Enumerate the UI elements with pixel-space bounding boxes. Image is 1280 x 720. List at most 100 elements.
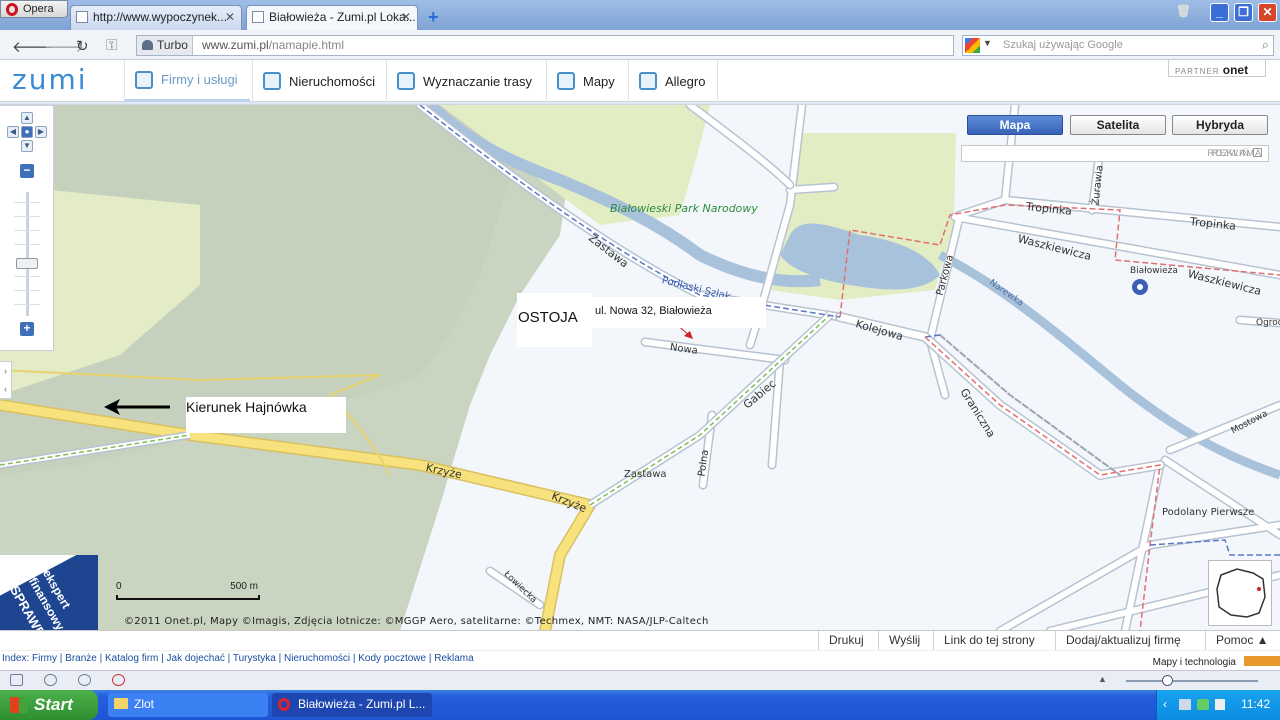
start-button[interactable]: Start [0,690,98,720]
new-tab-icon[interactable]: + [428,7,439,28]
pan-down-icon[interactable]: ▼ [21,140,33,152]
volume-icon[interactable] [1215,699,1225,710]
ad-expand[interactable]: ROZWIŃ [1208,146,1262,161]
send-button[interactable]: Wyślij [878,631,930,651]
taskbar-item-opera[interactable]: Białowieża - Zumi.pl L... [272,693,432,717]
label-zastawa-area: Zastawa [624,469,667,480]
panel-toggle-icon[interactable] [10,674,23,686]
tab-wypoczynek[interactable]: http://www.wypoczynek... ✕ [70,5,242,30]
opera-icon [278,698,290,711]
zoom-tick [14,216,40,217]
opera-menu-button[interactable]: Opera [0,0,68,18]
chevron-down-icon[interactable]: ▼ [983,38,992,48]
index-links[interactable]: Index: Firmy | Branże | Katalog firm | J… [2,653,474,664]
system-tray: ‹ 11:42 [1156,690,1280,720]
expand-icon [1253,148,1262,157]
google-icon[interactable] [965,38,980,53]
share-icon[interactable] [78,674,91,686]
zoom-control-panel: ▲ ◀ ● ▶ ▼ − + [0,105,54,351]
cloud-icon[interactable] [44,674,57,686]
ad-badge-ekspert[interactable]: ekspert finansowy SPRAWDŹ [0,555,98,630]
search-field[interactable]: ▼ Szukaj używając Google ⌕ [962,35,1274,56]
map-graphics [0,105,1280,630]
trash-icon[interactable]: 🗑 [1174,3,1193,22]
map-copyright: ©2011 Onet.pl, Mapy ©Imagis, Zdjęcia lot… [124,616,709,627]
opera-unite-icon[interactable] [112,674,125,686]
label-podolany: Podolany Pierwsze [1162,507,1255,518]
label-bialowieza: Białowieża [1130,266,1178,276]
zoom-slider-handle[interactable] [16,258,38,269]
zoom-slider-knob[interactable] [1162,675,1173,686]
tab-title: http://www.wypoczynek... [93,10,228,24]
address-toolbar: 🡐 🡒 ↻ ⚿ Turbo www.zumi.pl/namapie.html ▼… [0,30,1280,60]
taskbar-item-label: Zlot [134,697,155,711]
security-icon[interactable] [1197,699,1209,710]
close-tab-icon[interactable]: ✕ [225,6,235,28]
taskbar-item-zlot[interactable]: Zlot [108,693,268,717]
zoom-tick [14,304,40,305]
view-satellite-button[interactable]: Satelita [1070,115,1166,135]
pan-up-icon[interactable]: ▲ [21,112,33,124]
zoom-out-button[interactable]: − [20,164,34,178]
close-tab-icon[interactable]: ✕ [401,6,411,28]
view-hybrid-button[interactable]: Hybryda [1172,115,1268,135]
tab-title: Białowieża - Zumi.pl Loka... [269,10,416,24]
reload-icon[interactable]: ↻ [76,37,89,55]
address-field[interactable]: Turbo www.zumi.pl/namapie.html [136,35,954,56]
tab-bialowieza[interactable]: Białowieża - Zumi.pl Loka... ✕ [246,5,418,30]
close-window-button[interactable]: ✕ [1258,3,1277,22]
start-label: Start [34,695,73,714]
menu-trasa[interactable]: Wyznaczanie trasy [386,60,544,102]
side-panel-toggle[interactable]: › ‹ [0,361,12,399]
menu-firmy[interactable]: Firmy i usługi [124,60,250,102]
turbo-icon [142,40,153,50]
menu-label: Firmy i usługi [161,72,238,87]
menu-mapy[interactable]: Mapy [546,60,627,102]
search-placeholder: Szukaj używając Google [1003,39,1123,51]
pan-right-icon[interactable]: ▶ [35,126,47,138]
map-canvas[interactable]: ▲ ◀ ● ▶ ▼ − + › ‹ Mapa Satelita Hybryda R… [0,104,1280,630]
windows-taskbar: Start Zlot Białowieża - Zumi.pl L... ‹ 1… [0,690,1280,720]
pan-center-icon[interactable]: ● [21,126,33,138]
tray-expand-icon[interactable]: ‹ [1163,690,1167,719]
zoom-tick [14,230,40,231]
add-company-button[interactable]: Dodaj/aktualizuj firmę [1055,631,1191,651]
briefcase-icon [135,70,153,89]
zoom-tick [14,202,40,203]
key-icon[interactable]: ⚿ [106,37,117,54]
menu-allegro[interactable]: Allegro [628,60,719,102]
pan-left-icon[interactable]: ◀ [7,126,19,138]
printer-icon[interactable] [1179,699,1191,710]
map-footer-toolbar: Drukuj Wyślij Link do tej strony Dodaj/a… [0,630,1280,651]
minimize-button[interactable]: _ [1210,3,1229,22]
zoom-tick [14,244,40,245]
link-button[interactable]: Link do tej strony [933,631,1045,651]
search-icon[interactable]: ⌕ [1262,37,1269,53]
help-button[interactable]: Pomoc ▲ [1205,631,1279,651]
opera-label: Opera [23,3,54,15]
print-button[interactable]: Drukuj [818,631,874,651]
page-icon [76,11,88,23]
turbo-label: Turbo [157,38,188,52]
zoom-in-button[interactable]: + [20,322,34,336]
page-icon [252,11,264,23]
opera-logo-icon [6,3,18,16]
map-icon [557,72,575,90]
partner-onet[interactable]: PARTNER onet [1168,60,1266,77]
turbo-button[interactable]: Turbo [137,36,193,55]
menu-nieruchomosci[interactable]: Nieruchomości [252,60,387,102]
view-menu-icon[interactable]: ▲ [1098,674,1107,684]
url-text: www.zumi.pl/namapie.html [202,36,344,55]
zoom-slider[interactable] [1126,680,1258,682]
maximize-button[interactable]: ❐ [1234,3,1253,22]
url-path: /namapie.html [268,38,345,52]
zumi-logo[interactable]: zumi [12,63,88,96]
url-domain: www.zumi.pl [202,38,269,52]
zoom-track[interactable] [26,192,29,316]
hand-icon [639,72,657,90]
zoom-tick [14,276,40,277]
overview-minimap[interactable] [1208,560,1272,626]
house-icon [263,72,281,90]
clock: 11:42 [1241,697,1271,711]
view-map-button[interactable]: Mapa [967,115,1063,135]
